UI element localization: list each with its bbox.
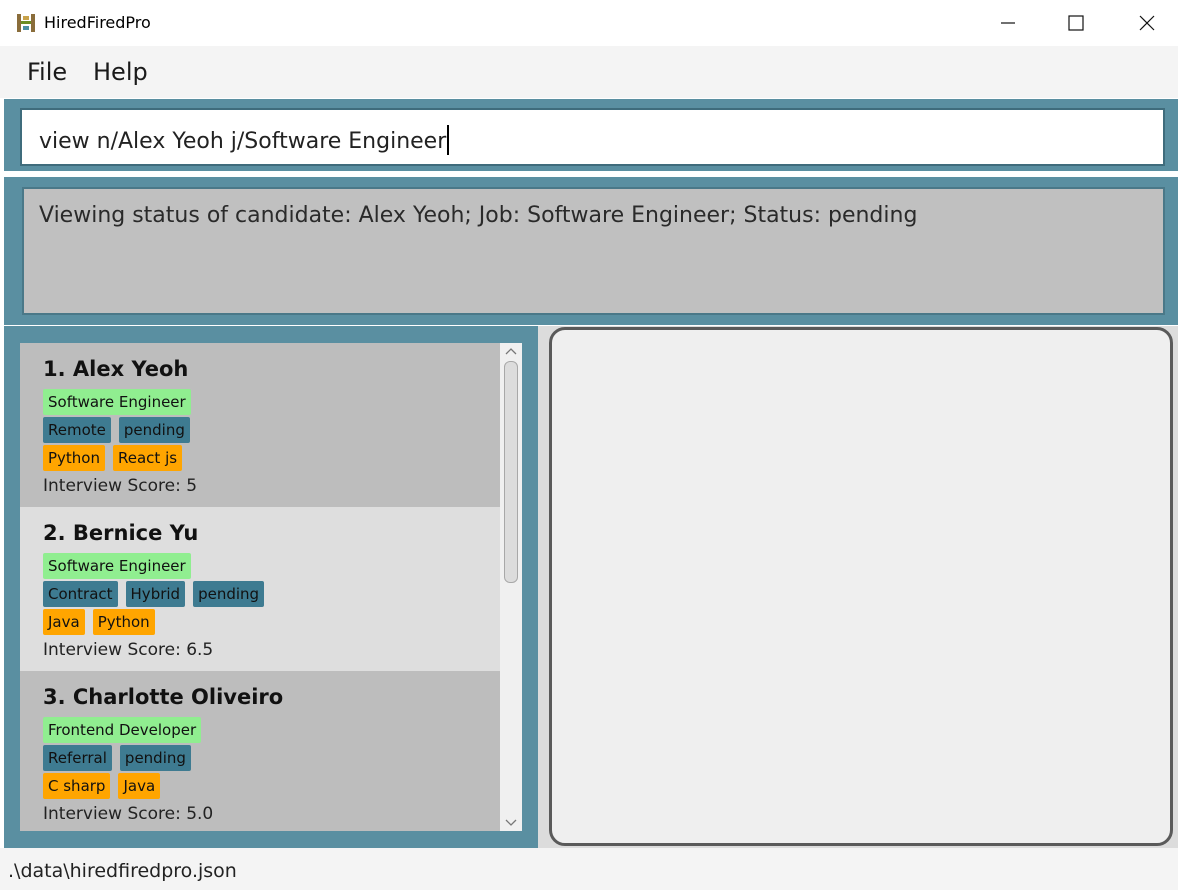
job-tag: Software Engineer [43, 389, 191, 415]
candidate-name: 2. Bernice Yu [43, 521, 199, 545]
job-tag: Frontend Developer [43, 717, 202, 743]
status-tag: Remote [43, 417, 111, 443]
skill-tag: C sharp [43, 773, 111, 799]
window-title: HiredFiredPro [44, 13, 151, 32]
command-input-text: view n/Alex Yeoh j/Software Engineer [39, 129, 447, 154]
result-message: Viewing status of candidate: Alex Yeoh; … [39, 203, 918, 228]
status-tag: pending [118, 417, 190, 443]
skill-tag: Java [118, 773, 161, 799]
scroll-down-arrow-icon[interactable] [505, 818, 517, 828]
status-tag: pending [119, 745, 191, 771]
maximize-button[interactable] [1053, 0, 1099, 46]
skill-tag: React js [113, 445, 183, 471]
data-file-path: .\data\hiredfiredpro.json [8, 860, 237, 882]
job-tag: Software Engineer [43, 553, 191, 579]
close-icon [1139, 15, 1155, 31]
menu-bar: File Help [0, 46, 1178, 98]
status-bar: .\data\hiredfiredpro.json [0, 848, 1178, 890]
status-tag: Referral [43, 745, 112, 771]
candidate-card[interactable]: 1. Alex Yeoh Software Engineer Remote pe… [20, 343, 500, 507]
interview-score: Interview Score: 5.0 [43, 804, 214, 824]
title-bar: HiredFiredPro [0, 0, 1178, 46]
candidate-detail-panel [549, 327, 1173, 846]
command-input[interactable]: view n/Alex Yeoh j/Software Engineer [20, 108, 1165, 166]
skill-tag: Java [43, 609, 85, 635]
interview-score: Interview Score: 6.5 [43, 640, 214, 660]
candidate-card[interactable]: 2. Bernice Yu Software Engineer Contract… [20, 507, 500, 671]
minimize-icon [1001, 22, 1015, 24]
interview-score: Interview Score: 5 [43, 476, 198, 496]
skill-tag: Python [43, 445, 105, 471]
scrollbar-thumb[interactable] [504, 361, 518, 583]
candidate-list[interactable]: 1. Alex Yeoh Software Engineer Remote pe… [20, 343, 522, 831]
maximize-icon [1068, 15, 1084, 31]
list-scrollbar[interactable] [500, 343, 522, 831]
app-logo-icon [17, 14, 35, 32]
status-tag: Contract [43, 581, 118, 607]
status-tag: Hybrid [125, 581, 186, 607]
candidate-card[interactable]: 3. Charlotte Oliveiro Frontend Developer… [20, 671, 500, 831]
menu-file[interactable]: File [27, 58, 67, 86]
candidate-name: 3. Charlotte Oliveiro [43, 685, 284, 709]
candidate-name: 1. Alex Yeoh [43, 357, 189, 381]
scroll-up-arrow-icon[interactable] [505, 346, 517, 356]
close-button[interactable] [1124, 0, 1170, 46]
status-tag: pending [193, 581, 265, 607]
result-display: Viewing status of candidate: Alex Yeoh; … [22, 187, 1165, 315]
text-cursor [447, 125, 449, 155]
minimize-button[interactable] [985, 0, 1031, 46]
skill-tag: Python [92, 609, 155, 635]
menu-help[interactable]: Help [93, 58, 148, 86]
